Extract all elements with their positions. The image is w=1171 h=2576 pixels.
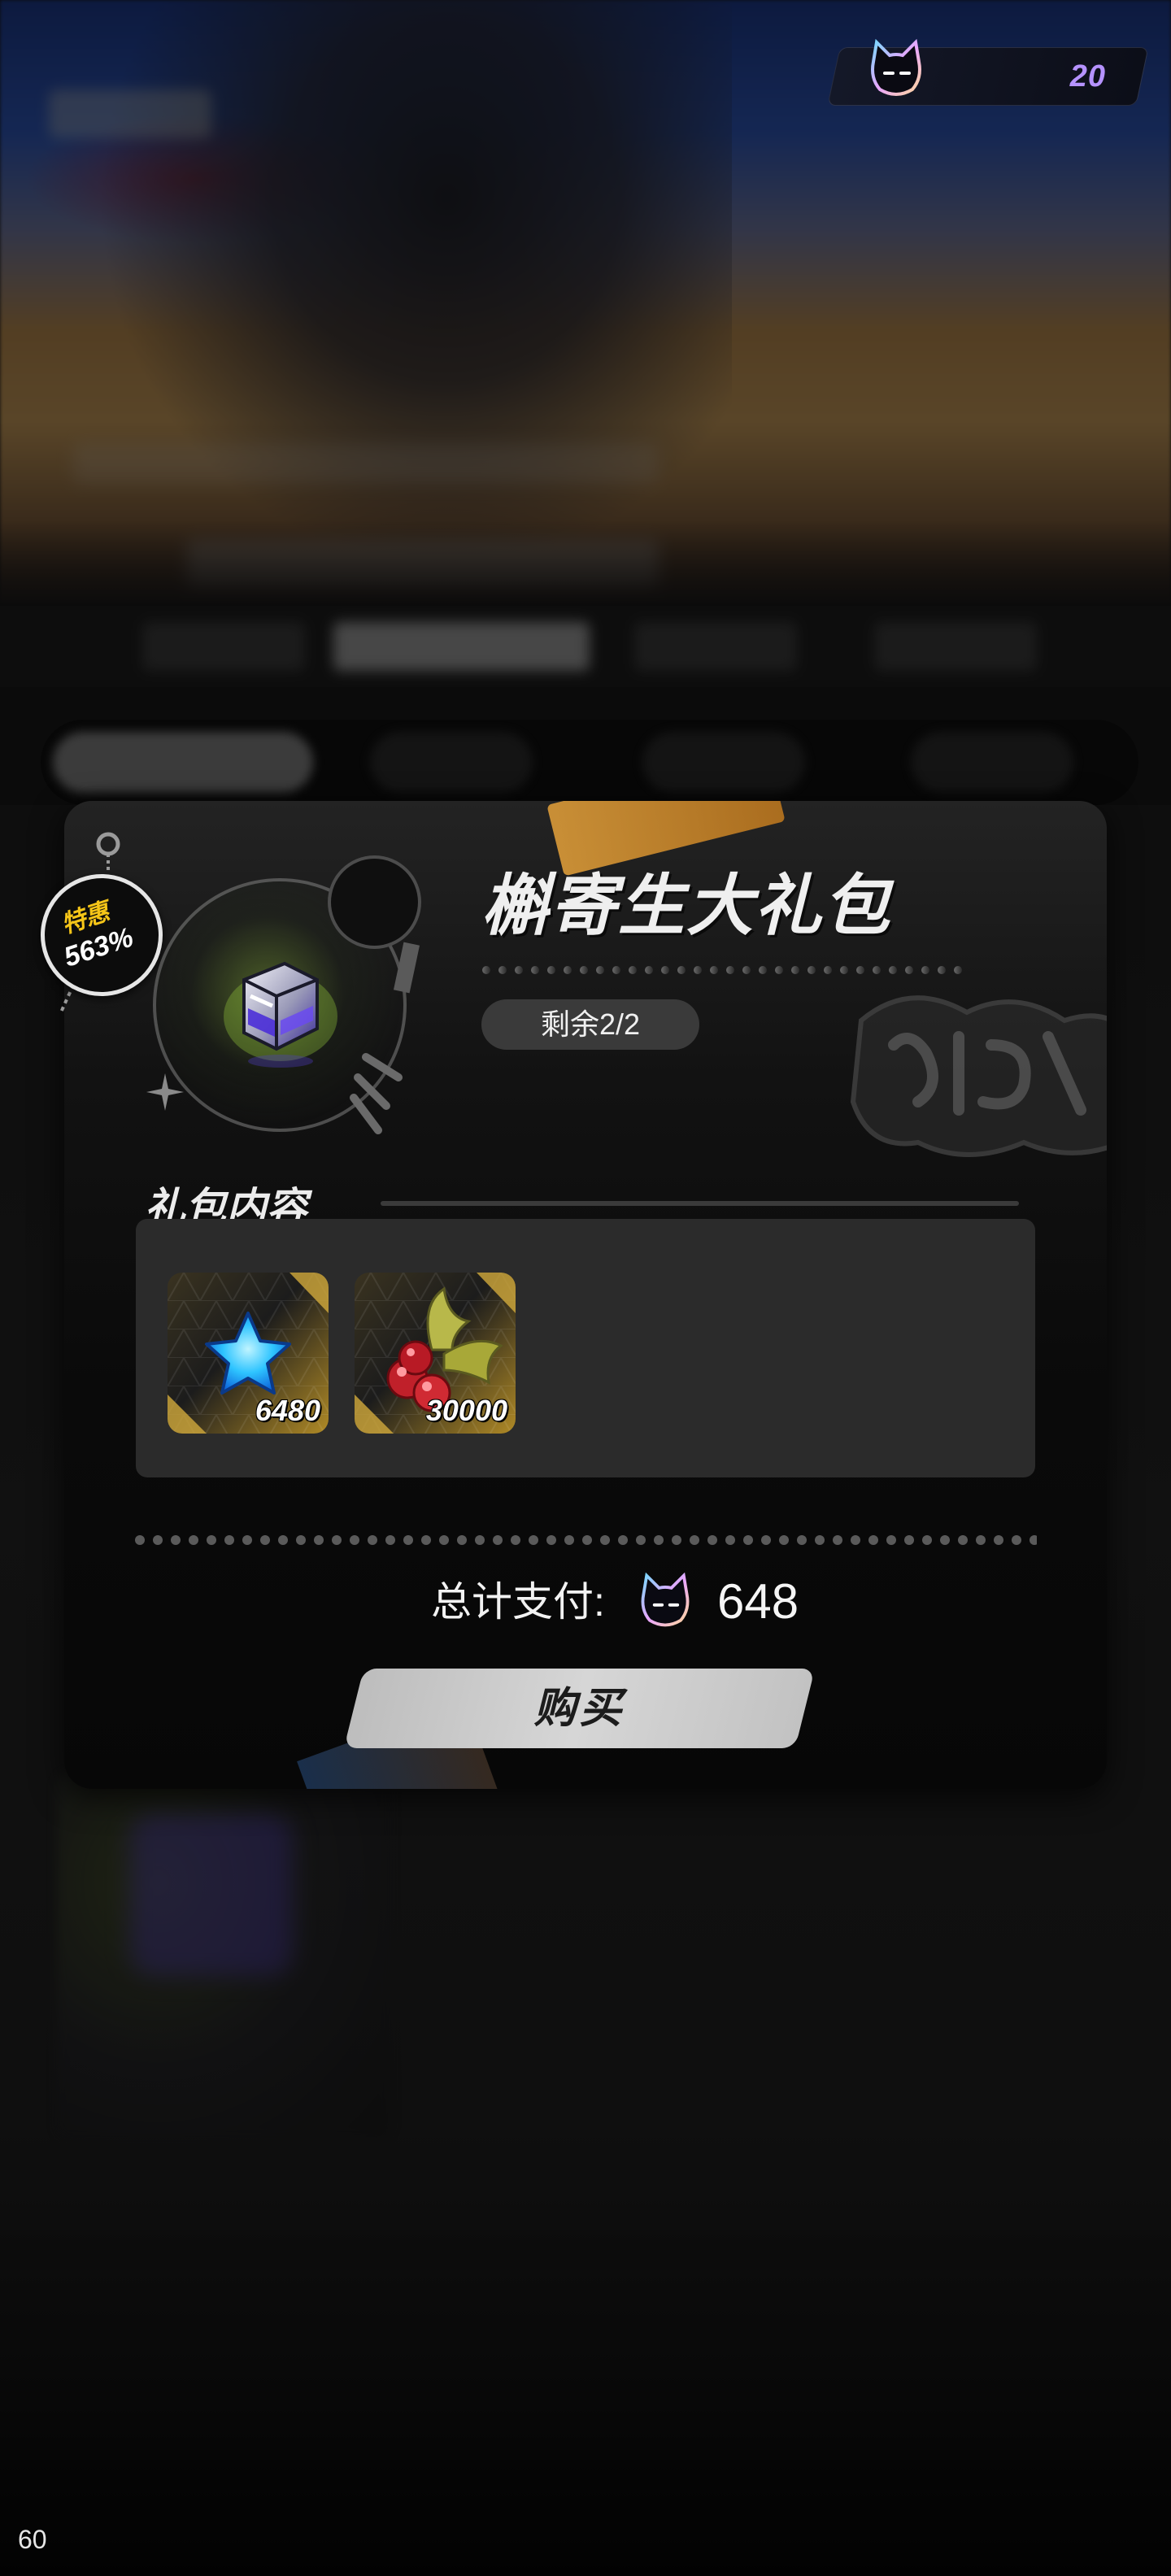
buy-button-label: 购买 [533,1685,625,1732]
dotted-divider [134,1534,1037,1546]
graffiti-decoration [850,995,1107,1157]
reward-item[interactable]: 30000 [355,1273,516,1434]
heading-line [381,1201,1019,1206]
equipment-box-icon [224,961,337,1068]
total-payment: 总计支付: 648 [431,1565,838,1638]
fps-counter: 60 [18,2525,47,2554]
reward-item[interactable]: 6480 [168,1273,329,1434]
total-label: 总计支付: [431,1579,605,1625]
sparkle-icon [146,1073,184,1111]
cat-head-icon [871,38,921,96]
total-price: 648 [717,1574,799,1629]
ring-decoration [350,942,420,1134]
screen: 20 特惠 563% 槲寄生大礼包 剩余2/2 礼包内容 6480 30000 … [0,0,1171,2576]
remaining-count: 剩余2/2 [481,999,699,1050]
cat-head-icon [641,1572,690,1627]
gift-pack-title: 槲寄生大礼包 [481,869,891,943]
buy-button[interactable]: 购买 [343,1669,816,1748]
item-quantity: 30000 [425,1394,507,1427]
dotted-divider [481,965,969,975]
item-quantity: 6480 [255,1394,320,1427]
currency-amount: 20 [1069,59,1106,94]
